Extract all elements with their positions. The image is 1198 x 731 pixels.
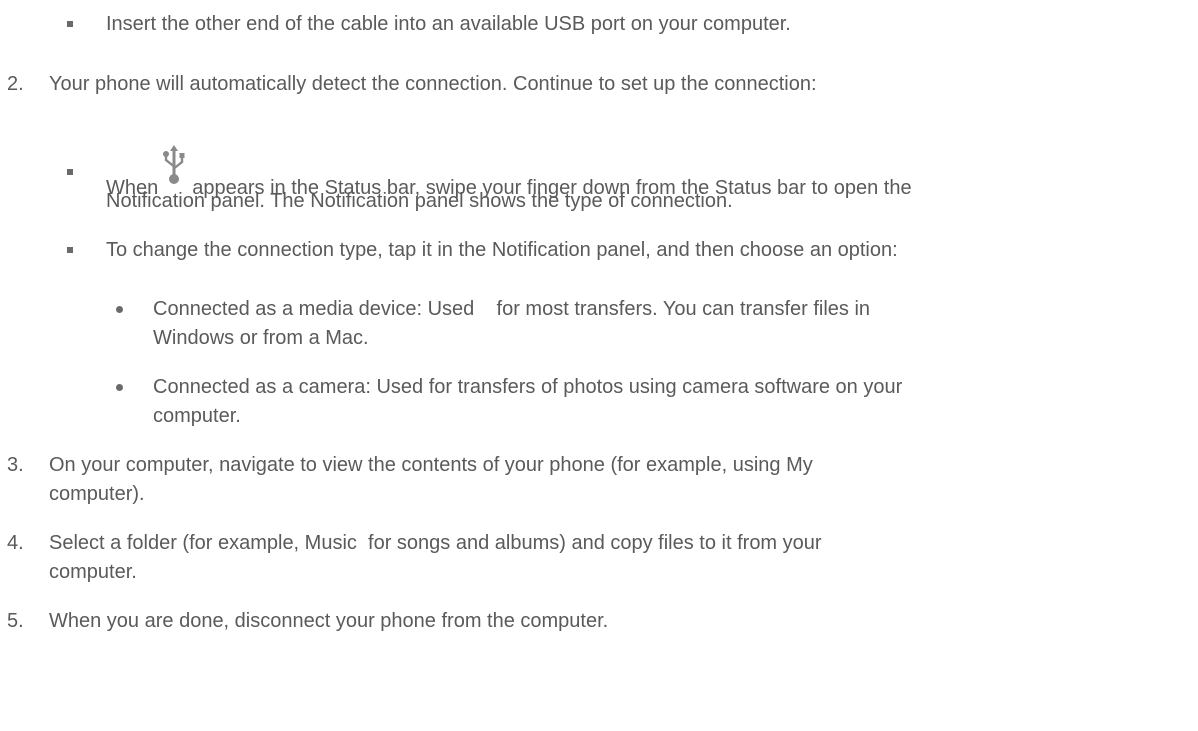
square-bullet: [67, 21, 73, 27]
round-bullet: [116, 306, 123, 313]
step3-line1: On your computer, navigate to view the c…: [49, 454, 813, 476]
option2-line2: computer.: [153, 405, 241, 427]
square-bullet: [67, 247, 73, 253]
step4-line1: Select a folder (for example, Music for …: [49, 532, 822, 554]
step4-line2: computer.: [49, 561, 137, 583]
step2-text: Your phone will automatically detect the…: [49, 73, 817, 95]
document-page: Insert the other end of the cable into a…: [0, 0, 1198, 731]
step4-number: 4.: [7, 532, 24, 554]
square-bullet: [67, 169, 73, 175]
option2-line1: Connected as a camera: Used for transfer…: [153, 376, 903, 398]
round-bullet: [116, 384, 123, 391]
step1-subitem-text: Insert the other end of the cable into a…: [106, 13, 791, 35]
step5-text: When you are done, disconnect your phone…: [49, 610, 609, 632]
step3-number: 3.: [7, 454, 24, 476]
step5-number: 5.: [7, 610, 24, 632]
step3-line2: computer).: [49, 483, 145, 505]
option1-line2: Windows or from a Mac.: [153, 327, 369, 349]
step2-number: 2.: [7, 73, 24, 95]
option1-line1: Connected as a media device: Used for mo…: [153, 298, 871, 320]
step2-subitem1-line2: Notification panel. The Notification pan…: [106, 190, 733, 212]
step2-subitem2-text: To change the connection type, tap it in…: [106, 239, 898, 261]
